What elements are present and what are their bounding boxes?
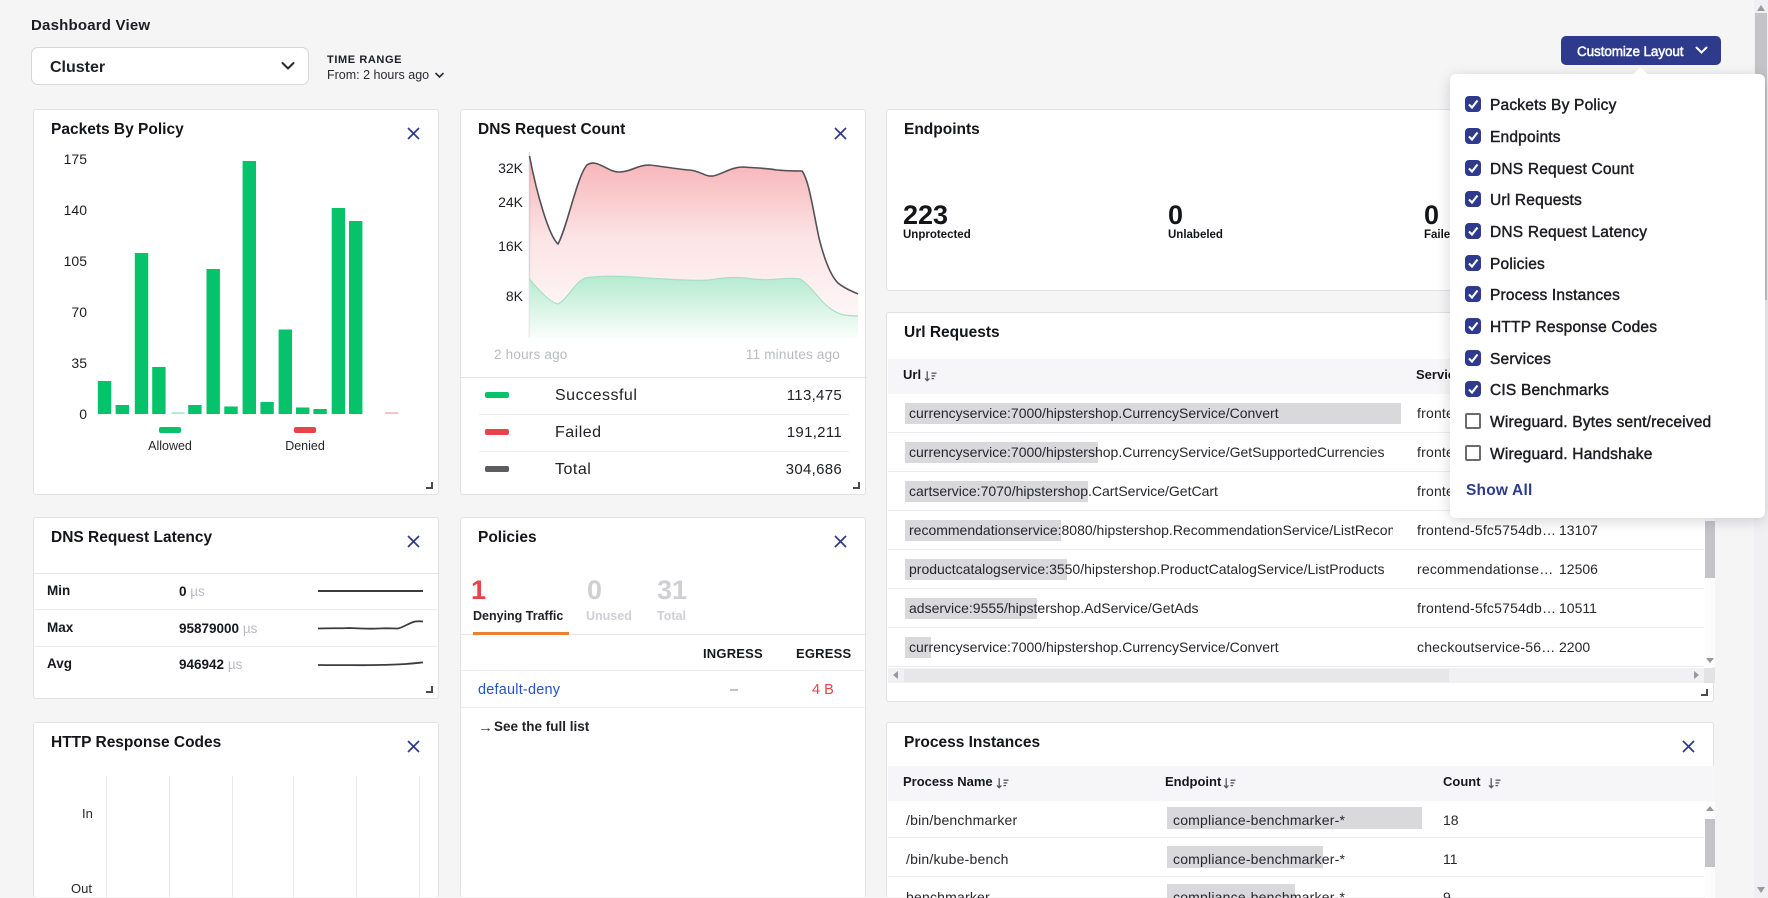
svg-text:175: 175 [64,151,88,167]
svg-text:70: 70 [71,304,87,320]
svg-text:24K: 24K [498,194,524,210]
svg-text:16K: 16K [498,238,524,254]
svg-text:0: 0 [79,406,87,422]
svg-text:140: 140 [64,202,88,218]
svg-text:105: 105 [64,253,88,269]
svg-text:35: 35 [71,355,87,371]
svg-text:8K: 8K [506,288,524,304]
svg-text:32K: 32K [498,160,524,176]
